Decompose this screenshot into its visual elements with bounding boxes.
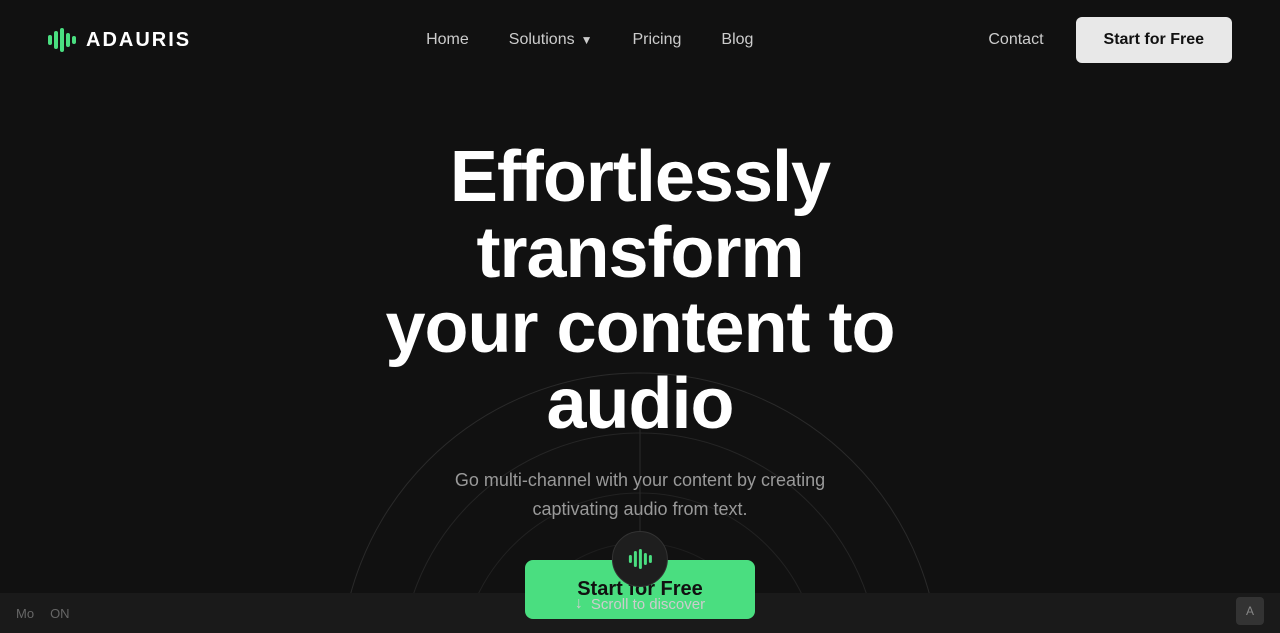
scroll-discover[interactable]: ↓ Scroll to discover	[575, 531, 705, 613]
bottom-strip-item-2: ON	[50, 606, 70, 621]
scroll-icon-circle	[612, 531, 668, 587]
bottom-strip-item-1: Mo	[16, 606, 34, 621]
nav-start-free-button[interactable]: Start for Free	[1076, 17, 1232, 63]
hero-subtitle: Go multi-channel with your content by cr…	[420, 466, 860, 524]
logo-icon	[48, 28, 76, 52]
nav-item-solutions[interactable]: Solutions ▼	[509, 31, 593, 49]
chevron-down-icon: ▼	[581, 33, 593, 47]
logo[interactable]: ADAURIS	[48, 28, 191, 52]
navbar: ADAURIS Home Solutions ▼ Pricing Blog Co…	[0, 0, 1280, 80]
bottom-strip-right-icon: A	[1236, 597, 1264, 625]
nav-contact-link[interactable]: Contact	[988, 31, 1043, 49]
scroll-down-arrow-icon: ↓	[575, 595, 583, 613]
audio-waveform-icon	[629, 549, 652, 569]
nav-item-home[interactable]: Home	[426, 31, 469, 48]
scroll-label-row: ↓ Scroll to discover	[575, 595, 705, 613]
nav-item-pricing[interactable]: Pricing	[632, 31, 681, 48]
hero-section: Effortlessly transform your content to a…	[0, 80, 1280, 633]
hero-title: Effortlessly transform your content to a…	[290, 140, 990, 442]
logo-text: ADAURIS	[86, 29, 191, 52]
nav-links: Home Solutions ▼ Pricing Blog	[426, 31, 753, 49]
nav-item-blog[interactable]: Blog	[721, 31, 753, 48]
scroll-label: Scroll to discover	[591, 596, 705, 613]
nav-right: Contact Start for Free	[988, 17, 1232, 63]
